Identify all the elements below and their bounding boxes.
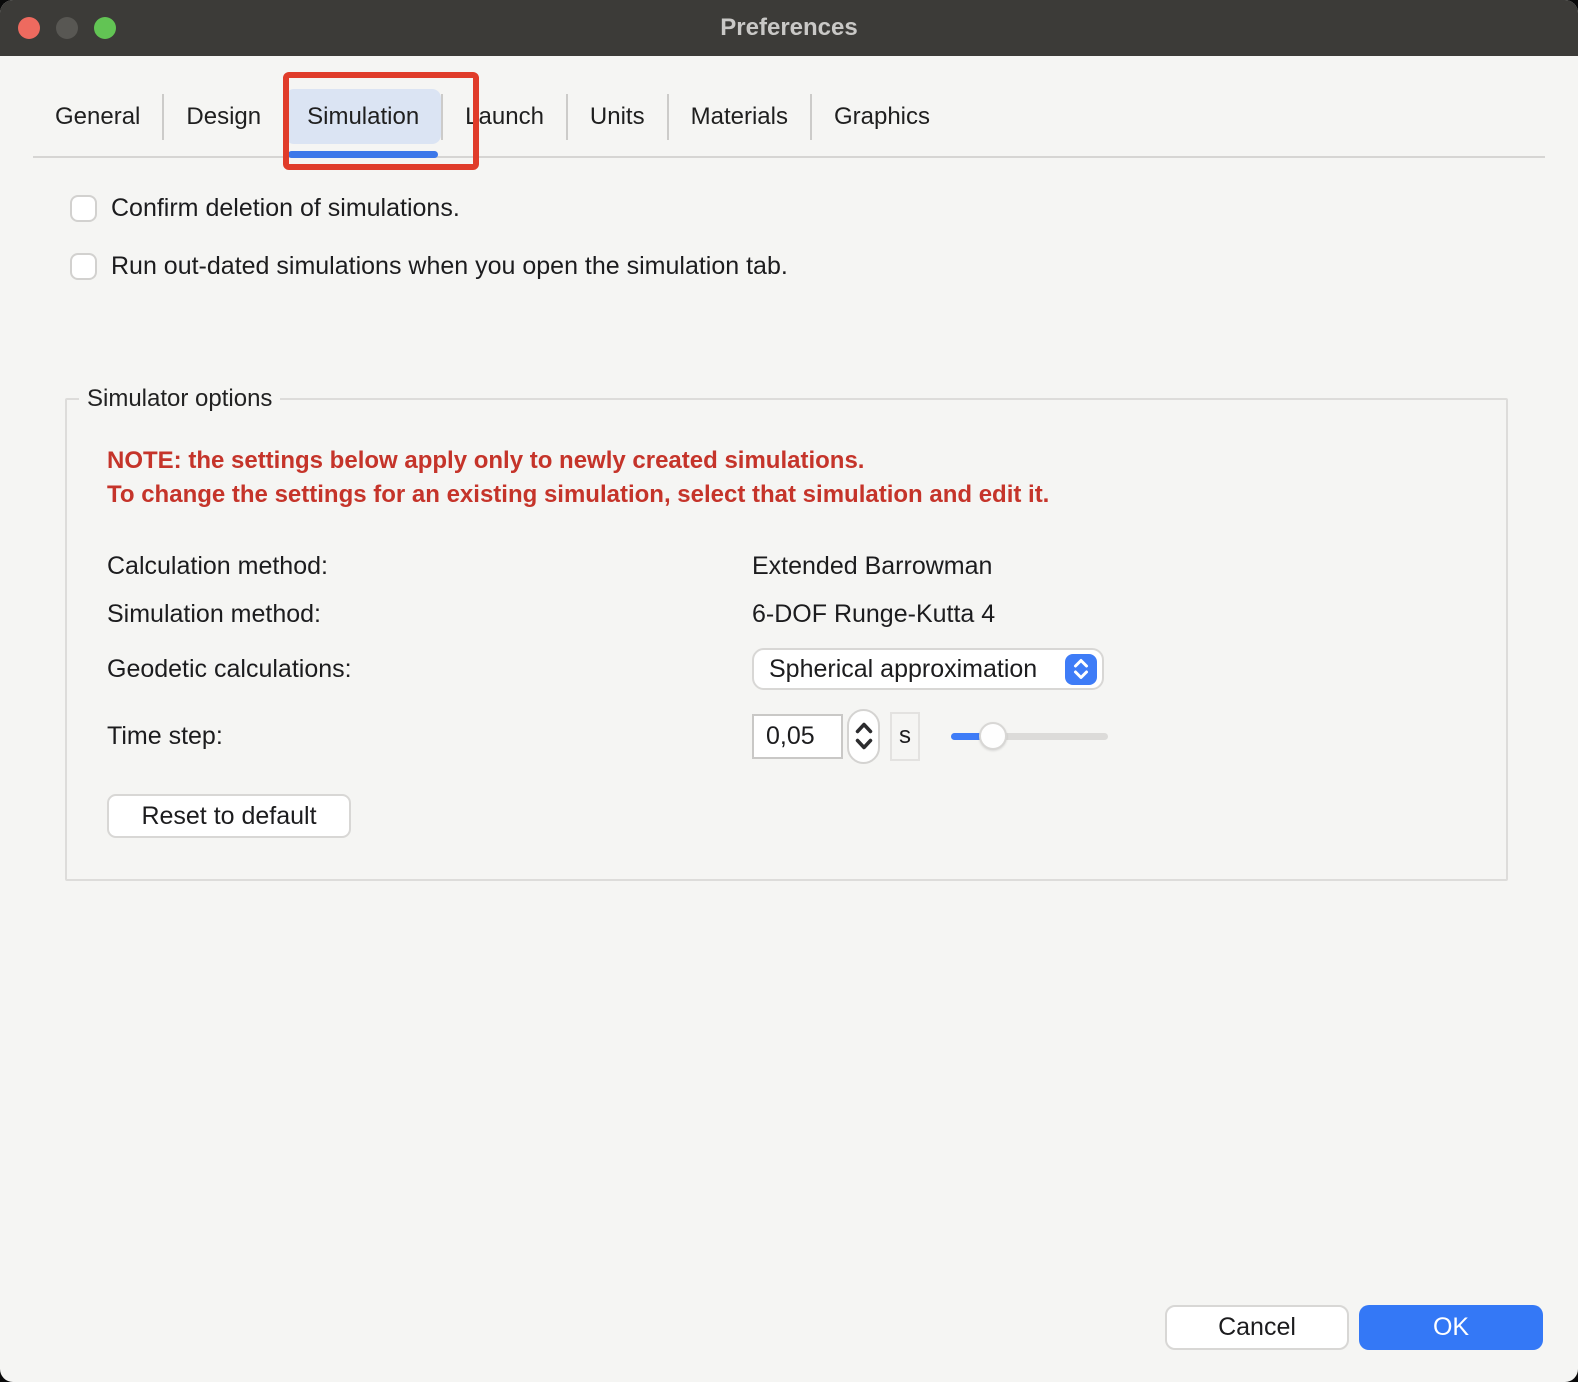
tab-label: Graphics [834,103,930,131]
run-outdated-checkbox[interactable] [70,253,97,280]
tab-label: Units [590,103,645,131]
title-bar: Preferences [0,0,1578,56]
tab-bar: General Design Simulation Launch Units M… [33,89,1578,144]
chevron-up-icon[interactable] [854,721,874,735]
simulation-method-value: 6-DOF Runge-Kutta 4 [752,600,1466,629]
simulation-method-row: Simulation method: 6-DOF Runge-Kutta 4 [107,590,1466,638]
time-step-controls: s [752,709,1466,764]
time-step-slider[interactable] [951,722,1108,750]
note-line-2: To change the settings for an existing s… [107,478,1466,512]
tab-general[interactable]: General [33,89,162,144]
time-step-unit-selector[interactable]: s [890,712,920,761]
confirm-deletion-label[interactable]: Confirm deletion of simulations. [111,194,460,223]
cancel-button[interactable]: Cancel [1165,1305,1349,1350]
tab-label: Materials [691,103,788,131]
tab-label: Simulation [307,103,419,131]
option-rows: Calculation method: Extended Barrowman S… [107,542,1466,768]
preferences-window: Preferences General Design Simulation La… [0,0,1578,1382]
up-down-chevrons-icon [1065,654,1097,685]
ok-button[interactable]: OK [1359,1305,1543,1350]
tab-label: Launch [465,103,544,131]
run-outdated-label[interactable]: Run out-dated simulations when you open … [111,252,788,281]
time-step-label: Time step: [107,722,752,751]
geodetic-calculations-select[interactable]: Spherical approximation [752,648,1104,690]
chevron-down-icon[interactable] [854,737,874,751]
calculation-method-row: Calculation method: Extended Barrowman [107,542,1466,590]
time-step-input[interactable] [752,714,843,759]
reset-to-default-button[interactable]: Reset to default [107,794,351,838]
confirm-deletion-row: Confirm deletion of simulations. [70,194,1578,223]
run-outdated-row: Run out-dated simulations when you open … [70,252,1578,281]
tab-bar-divider [33,156,1545,158]
tab-graphics[interactable]: Graphics [812,89,952,144]
calculation-method-label: Calculation method: [107,552,752,581]
simulation-method-label: Simulation method: [107,600,752,629]
tab-materials[interactable]: Materials [669,89,810,144]
calculation-method-value: Extended Barrowman [752,552,1466,581]
group-title: Simulator options [79,385,280,413]
tab-units[interactable]: Units [568,89,667,144]
tab-design[interactable]: Design [164,89,283,144]
time-step-spinner[interactable] [847,709,880,764]
window-title: Preferences [0,14,1578,42]
tab-label: General [55,103,140,131]
confirm-deletion-checkbox[interactable] [70,195,97,222]
geodetic-calculations-row: Geodetic calculations: Spherical approxi… [107,640,1466,698]
slider-fill [951,733,982,740]
tab-label: Design [186,103,261,131]
time-step-row: Time step: s [107,704,1466,768]
geodetic-calculations-label: Geodetic calculations: [107,655,752,684]
geodetic-selected-value: Spherical approximation [769,655,1037,684]
slider-thumb[interactable] [979,722,1007,750]
note-line-1: NOTE: the settings below apply only to n… [107,444,1466,478]
tab-simulation[interactable]: Simulation [285,89,441,144]
tab-launch[interactable]: Launch [443,89,566,144]
simulator-options-group: Simulator options NOTE: the settings bel… [65,398,1508,881]
